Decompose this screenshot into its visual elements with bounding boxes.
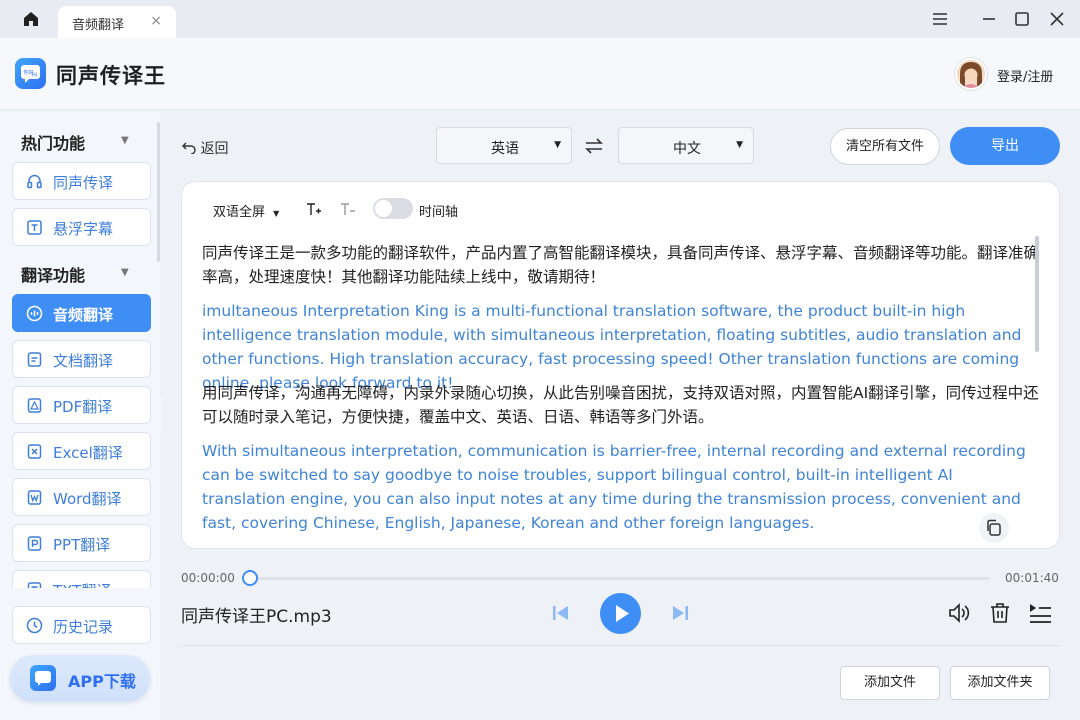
- target-language-select[interactable]: 中文 ▼: [618, 127, 754, 164]
- sidebar-item-label: 历史记录: [53, 618, 114, 636]
- avatar[interactable]: [955, 58, 987, 90]
- app-download-button[interactable]: APP下载: [10, 655, 150, 701]
- headset-icon: [26, 173, 43, 190]
- home-icon[interactable]: [18, 9, 44, 29]
- total-time: 00:01:40: [1005, 571, 1059, 585]
- sidebar-item-pdf-translate[interactable]: PDF翻译: [12, 386, 151, 424]
- caret-down-icon: ▼: [736, 140, 743, 150]
- target-language-value: 中文: [673, 141, 701, 157]
- view-mode-label: 双语全屏: [213, 205, 266, 220]
- tab-close-icon[interactable]: ×: [150, 13, 162, 29]
- app-logo-icon: [30, 665, 56, 691]
- play-icon: [616, 605, 629, 622]
- sidebar-item-label: PPT翻译: [53, 536, 111, 554]
- sidebar: 热门功能 ▼ 同声传译 悬浮字幕 翻译功能 ▼ 音频翻译 文档翻译 PDF翻译 …: [0, 112, 160, 720]
- current-time: 00:00:00: [181, 571, 235, 585]
- sidebar-item-document-translate[interactable]: 文档翻译: [12, 340, 151, 378]
- ppt-icon: [26, 535, 43, 552]
- chevron-down-icon[interactable]: ▼: [121, 267, 129, 278]
- sidebar-item-word-translate[interactable]: Word翻译: [12, 478, 151, 516]
- export-button[interactable]: 导出: [950, 127, 1060, 165]
- sidebar-item-ppt-translate[interactable]: PPT翻译: [12, 524, 151, 562]
- clock-icon: [26, 617, 43, 634]
- audio-icon: [26, 305, 43, 322]
- text-box-icon: [26, 219, 43, 236]
- close-icon[interactable]: [1046, 8, 1068, 30]
- swap-language-icon[interactable]: [582, 134, 606, 158]
- sidebar-item-label: 悬浮字幕: [53, 220, 114, 238]
- sidebar-item-txt-translate[interactable]: TXT翻译: [12, 570, 151, 588]
- source-language-value: 英语: [491, 141, 519, 157]
- paragraph-en-2: With simultaneous interpretation, commun…: [202, 442, 1026, 532]
- copy-icon[interactable]: [979, 513, 1009, 543]
- tab-audio-translate[interactable]: 音频翻译 ×: [58, 6, 176, 38]
- add-file-button[interactable]: 添加文件: [840, 666, 940, 700]
- sidebar-item-label: TXT翻译: [53, 580, 111, 588]
- delete-icon[interactable]: [987, 600, 1013, 630]
- translation-panel: 双语全屏 ▼ 时间轴 同声传译王是一款多功能的翻译软件，产品内置了高智能翻译模块…: [181, 181, 1060, 549]
- word-icon: [26, 489, 43, 506]
- app-title: 同声传译王: [56, 64, 166, 88]
- sidebar-item-label: Word翻译: [53, 490, 122, 508]
- volume-icon[interactable]: [946, 600, 972, 630]
- login-register-link[interactable]: 登录/注册: [997, 66, 1053, 85]
- txt-icon: [26, 581, 43, 588]
- source-language-select[interactable]: 英语 ▼: [436, 127, 572, 164]
- app-header: 你好 Hi 同声传译王 登录/注册: [0, 38, 1080, 110]
- svg-text:Hi: Hi: [32, 73, 37, 79]
- sidebar-clip: TXT翻译: [0, 568, 157, 588]
- view-mode-dropdown[interactable]: 双语全屏 ▼: [213, 201, 279, 220]
- sidebar-item-label: PDF翻译: [53, 398, 113, 416]
- title-bar: 音频翻译 ×: [0, 0, 1080, 38]
- progress-track[interactable]: [254, 577, 990, 580]
- document-icon: [26, 351, 43, 368]
- timeline-toggle[interactable]: [373, 198, 413, 219]
- play-button[interactable]: [600, 593, 641, 634]
- back-button[interactable]: 返回: [182, 138, 228, 158]
- pdf-icon: [26, 397, 43, 414]
- tab-label: 音频翻译: [72, 18, 125, 33]
- sidebar-item-label: 同声传译: [53, 174, 114, 192]
- divider: [181, 645, 1060, 646]
- clear-all-files-button[interactable]: 清空所有文件: [830, 128, 940, 165]
- chevron-down-icon[interactable]: ▼: [121, 135, 129, 146]
- add-folder-button[interactable]: 添加文件夹: [950, 666, 1050, 700]
- sidebar-scrollbar[interactable]: [157, 122, 160, 262]
- caret-down-icon: ▼: [554, 140, 561, 150]
- previous-icon[interactable]: [550, 602, 572, 628]
- group-title-hot: 热门功能: [21, 134, 86, 153]
- font-decrease-icon[interactable]: [339, 200, 357, 222]
- menu-icon[interactable]: [929, 8, 951, 30]
- timeline-label: 时间轴: [419, 205, 459, 220]
- sidebar-item-history[interactable]: 历史记录: [12, 606, 151, 644]
- caret-down-icon: ▼: [273, 209, 280, 218]
- sidebar-item-excel-translate[interactable]: Excel翻译: [12, 432, 151, 470]
- sidebar-item-label: 文档翻译: [53, 352, 114, 370]
- minimize-icon[interactable]: [978, 8, 1000, 30]
- app-logo-icon: 你好 Hi: [15, 58, 46, 89]
- excel-icon: [26, 443, 43, 460]
- audio-filename: 同声传译王PC.mp3: [181, 607, 332, 627]
- font-increase-icon[interactable]: [305, 200, 323, 222]
- main-content: 返回 英语 ▼ 中文 ▼ 清空所有文件 导出 双语全屏 ▼ 时间轴 同声传译王是…: [162, 112, 1080, 720]
- paragraph-zh-2: 用同声传译，沟通再无障碍，内录外录随心切换，从此告别噪音困扰，支持双语对照，内置…: [202, 384, 1039, 426]
- back-label: 返回: [200, 141, 229, 157]
- sidebar-item-floating-subtitle[interactable]: 悬浮字幕: [12, 208, 151, 246]
- app-download-label: APP下载: [68, 672, 136, 691]
- sidebar-item-simultaneous[interactable]: 同声传译: [12, 162, 151, 200]
- maximize-icon[interactable]: [1011, 8, 1033, 30]
- panel-scrollbar[interactable]: [1035, 236, 1039, 352]
- group-title-translate: 翻译功能: [21, 266, 86, 285]
- playlist-icon[interactable]: [1026, 600, 1054, 630]
- next-icon[interactable]: [669, 602, 691, 628]
- paragraph-zh-1: 同声传译王是一款多功能的翻译软件，产品内置了高智能翻译模块，具备同声传译、悬浮字…: [202, 244, 1040, 286]
- progress-knob[interactable]: [242, 570, 258, 586]
- sidebar-item-label: Excel翻译: [53, 444, 123, 462]
- back-arrow-icon: [182, 142, 196, 155]
- sidebar-item-label: 音频翻译: [53, 306, 114, 324]
- sidebar-item-audio-translate[interactable]: 音频翻译: [12, 294, 151, 332]
